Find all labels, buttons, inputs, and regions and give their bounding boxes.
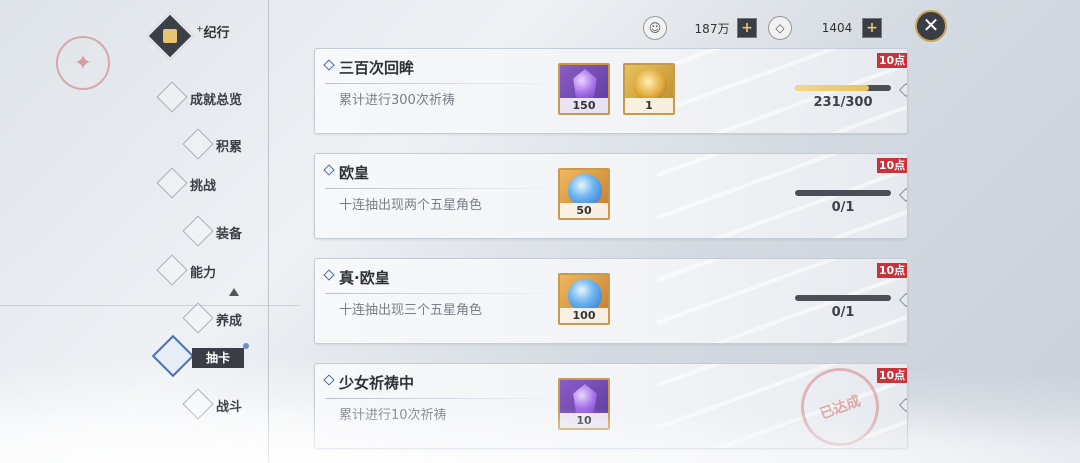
sidebar-diamond-icon (182, 128, 214, 160)
reward-count: 1 (625, 98, 673, 113)
points-badge: 10点 (877, 158, 907, 173)
purple-crystal-icon (573, 384, 597, 416)
progress-bar (795, 85, 891, 91)
points-badge: 10点 (877, 368, 907, 383)
diamond-icon: ◇ (768, 16, 792, 40)
reward-count: 150 (560, 98, 608, 113)
sidebar-diamond-icon (182, 215, 214, 247)
progress-text: 0/1 (831, 200, 855, 215)
gold-coin-icon (633, 69, 667, 101)
title-diamond-icon (323, 59, 335, 71)
reward-count: 10 (560, 413, 608, 428)
purple-crystal-icon (573, 69, 597, 101)
sidebar-active-dot (243, 343, 249, 349)
achievement-title: 三百次回眸 (339, 59, 415, 77)
resource-emblem-value: 187万 (694, 21, 730, 36)
title-diamond-icon (323, 164, 335, 176)
progress-fill (795, 85, 869, 91)
resource-diamond-value: 1404 (821, 21, 853, 35)
achievement-desc: 累计进行300次祈祷 (339, 93, 455, 108)
sidebar-item-challenge[interactable]: 挑战 (190, 175, 216, 194)
achievement-title: 少女祈祷中 (339, 374, 415, 392)
add-diamond-button[interactable]: + (862, 18, 882, 38)
sidebar-item-equipment[interactable]: 装备 (216, 223, 242, 242)
points-badge: 10点 (877, 53, 907, 68)
sidebar-active-diamond-icon (151, 334, 195, 378)
sidebar-divider (268, 0, 269, 463)
achievement-card[interactable]: 欧皇 十连抽出现两个五星角色 50 0/1 10点 (314, 153, 908, 239)
achievement-desc: 累计进行10次祈祷 (339, 408, 447, 423)
achievement-title: 欧皇 (339, 164, 370, 182)
sidebar-diamond-icon (156, 81, 188, 113)
resource-diamond: ◇ 1404 + (768, 15, 882, 41)
journal-icon (145, 11, 195, 61)
reward-gold-coin[interactable]: 1 (623, 63, 675, 115)
achievement-desc: 十连抽出现三个五星角色 (339, 303, 483, 318)
points-badge: 10点 (877, 263, 907, 278)
reward-count: 50 (560, 203, 608, 218)
progress-text: 231/300 (813, 95, 873, 110)
add-emblem-button[interactable]: + (737, 18, 757, 38)
close-button[interactable]: ✕ (915, 10, 947, 42)
title-diamond-icon (323, 374, 335, 386)
achievement-card[interactable]: 三百次回眸 累计进行300次祈祷 150 1 231/300 10点 (314, 48, 908, 134)
collapse-triangle-icon[interactable] (229, 288, 239, 296)
reward-purple-crystal[interactable]: 150 (558, 63, 610, 115)
progress-bar (795, 295, 891, 301)
logo-seal: ✦ (56, 36, 110, 90)
achievement-card[interactable]: 真·欧皇 十连抽出现三个五星角色 100 0/1 10点 (314, 258, 908, 344)
journal-title: +纪行 (196, 24, 230, 41)
progress-bar (795, 190, 891, 196)
emblem-icon: ☺ (643, 16, 667, 40)
reward-purple-crystal[interactable]: 10 (558, 378, 610, 430)
reward-blue-slime[interactable]: 100 (558, 273, 610, 325)
progress-text: 0/1 (831, 305, 855, 320)
resource-emblem: ☺ 187万 + (643, 15, 757, 41)
sidebar-diamond-icon (182, 388, 214, 420)
sidebar-item-growth[interactable]: 养成 (216, 310, 242, 329)
blue-slime-icon (568, 174, 602, 206)
sidebar-item-overview[interactable]: 成就总览 (190, 89, 242, 108)
achievement-card[interactable]: 少女祈祷中 累计进行10次祈祷 10 已达成 10点 (314, 363, 908, 449)
background-line (0, 305, 300, 306)
sidebar-diamond-icon (156, 167, 188, 199)
sidebar-item-ability[interactable]: 能力 (190, 262, 216, 281)
sidebar-item-battle[interactable]: 战斗 (216, 396, 242, 415)
achievement-title: 真·欧皇 (339, 269, 390, 287)
blue-slime-icon (568, 279, 602, 311)
sidebar-diamond-icon (156, 254, 188, 286)
achievement-desc: 十连抽出现两个五星角色 (339, 198, 483, 213)
reward-blue-slime[interactable]: 50 (558, 168, 610, 220)
sidebar-item-accumulate[interactable]: 积累 (216, 136, 242, 155)
sidebar-diamond-icon (182, 302, 214, 334)
reward-count: 100 (560, 308, 608, 323)
sidebar-item-gacha[interactable]: 抽卡 (192, 348, 244, 368)
title-diamond-icon (323, 269, 335, 281)
